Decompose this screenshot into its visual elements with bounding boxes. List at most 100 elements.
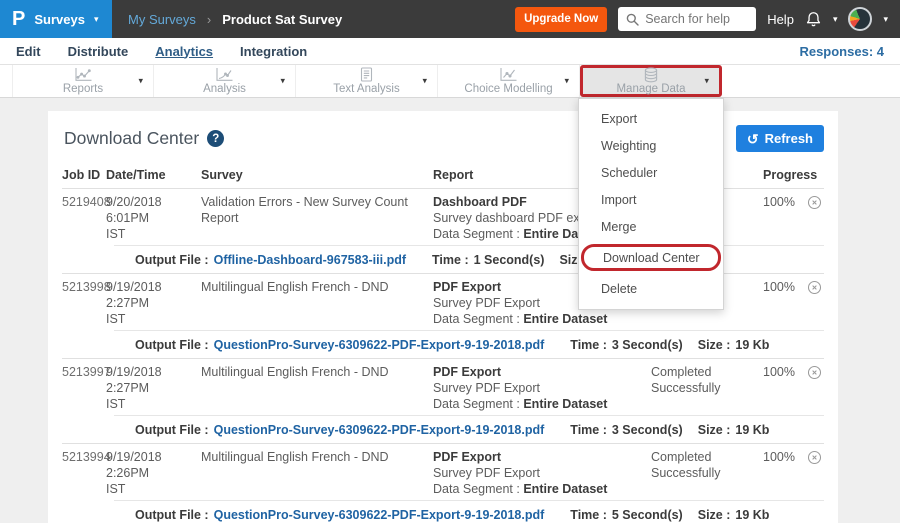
output-file-link[interactable]: Offline-Dashboard-967583-iii.pdf: [214, 253, 406, 267]
job-datetime: 9/20/2018 6:01PM IST: [106, 194, 201, 242]
table-row: 5213997 9/19/2018 2:27PM IST Multilingua…: [62, 359, 824, 444]
breadcrumb: My Surveys › Product Sat Survey: [128, 12, 342, 27]
menu-item-scheduler[interactable]: Scheduler: [579, 159, 723, 186]
avatar[interactable]: [848, 7, 872, 31]
time-value: 3 Second(s): [612, 423, 683, 437]
search-input[interactable]: [645, 12, 748, 26]
page-title: Download Center: [64, 128, 199, 149]
menu-item-delete[interactable]: Delete: [579, 275, 723, 302]
breadcrumb-my-surveys[interactable]: My Surveys: [128, 12, 196, 27]
upgrade-now-button[interactable]: Upgrade Now: [515, 7, 607, 32]
size-value: 19 Kb: [735, 423, 769, 437]
time-value: 3 Second(s): [612, 338, 683, 352]
job-progress: 100%: [751, 364, 797, 412]
job-progress: 100%: [751, 194, 797, 242]
size-value: 19 Kb: [735, 338, 769, 352]
output-file-link[interactable]: QuestionPro-Survey-6309622-PDF-Export-9-…: [214, 423, 545, 437]
job-survey: Multilingual English French - DND: [201, 449, 433, 497]
job-status: Completed Successfully: [651, 449, 751, 497]
cancel-job-icon[interactable]: [807, 450, 822, 497]
tab-integration[interactable]: Integration: [240, 44, 307, 59]
size-label: Size :: [698, 338, 731, 352]
col-header-date-time: Date/Time: [106, 168, 201, 182]
refresh-icon: ↺: [747, 132, 759, 146]
help-link[interactable]: Help: [767, 12, 794, 27]
tab-edit[interactable]: Edit: [16, 44, 41, 59]
refresh-label: Refresh: [765, 131, 813, 146]
toolbar: Reports▾Analysis▾Text Analysis▾Choice Mo…: [0, 65, 900, 98]
notifications-bell-icon[interactable]: [805, 11, 822, 28]
output-file-label: Output File :: [135, 423, 209, 437]
size-value: 19 Kb: [735, 508, 769, 522]
job-status: Completed Successfully: [651, 364, 751, 412]
chevron-down-icon: ▾: [704, 76, 709, 87]
output-file-link[interactable]: QuestionPro-Survey-6309622-PDF-Export-9-…: [214, 508, 545, 522]
job-report: PDF Export Survey PDF Export Data Segmen…: [433, 364, 651, 412]
menu-item-download-center[interactable]: Download Center: [581, 244, 721, 271]
cancel-job-icon[interactable]: [807, 195, 822, 242]
job-id: 5213994: [62, 449, 106, 497]
cancel-job-icon[interactable]: [807, 280, 822, 327]
topbar-right: Upgrade Now Help ▾ ▾: [515, 7, 900, 32]
time-value: 1 Second(s): [474, 253, 545, 267]
help-circle-icon[interactable]: ?: [207, 130, 224, 147]
tab-analytics[interactable]: Analytics: [155, 44, 213, 59]
output-file-row: Output File : QuestionPro-Survey-6309622-…: [114, 500, 824, 523]
output-file-label: Output File :: [135, 508, 209, 522]
chevron-down-icon: ▾: [94, 14, 99, 25]
survey-nav: Edit Distribute Analytics Integration Respo…: [0, 38, 900, 65]
time-label: Time :: [570, 423, 607, 437]
time-label: Time :: [432, 253, 469, 267]
job-survey: Validation Errors - New Survey Count Rep…: [201, 194, 433, 242]
database-icon: [643, 67, 659, 82]
main-area: Download Center ? ↺ Refresh Job IDDate/T…: [0, 98, 900, 523]
report-title: PDF Export: [433, 364, 643, 380]
data-segment: Data Segment : Entire Dataset: [433, 481, 643, 497]
line-chart-icon: [74, 67, 93, 82]
output-file-link[interactable]: QuestionPro-Survey-6309622-PDF-Export-9-…: [214, 338, 545, 352]
chevron-down-icon[interactable]: ▾: [883, 14, 888, 25]
chevron-down-icon: ▾: [564, 76, 569, 87]
job-survey: Multilingual English French - DND: [201, 364, 433, 412]
refresh-button[interactable]: ↺ Refresh: [736, 125, 824, 152]
toolbar-text-analysis[interactable]: Text Analysis▾: [296, 65, 438, 97]
toolbar-manage-data[interactable]: Manage Data▾: [580, 65, 722, 97]
surveys-dropdown[interactable]: P Surveys ▾: [0, 0, 112, 38]
responses-count[interactable]: Responses: 4: [799, 44, 884, 59]
surveys-label: Surveys: [34, 12, 85, 27]
menu-item-import[interactable]: Import: [579, 186, 723, 213]
report-description: Survey PDF Export: [433, 380, 643, 396]
report-description: Survey PDF Export: [433, 465, 643, 481]
toolbar-reports[interactable]: Reports▾: [12, 65, 154, 97]
data-segment: Data Segment : Entire Dataset: [433, 311, 643, 327]
job-datetime: 9/19/2018 2:27PM IST: [106, 364, 201, 412]
toolbar-choice-modelling[interactable]: Choice Modelling▾: [438, 65, 580, 97]
job-report: PDF Export Survey PDF Export Data Segmen…: [433, 449, 651, 497]
menu-item-merge[interactable]: Merge: [579, 213, 723, 240]
tab-distribute[interactable]: Distribute: [68, 44, 129, 59]
job-id: 5213997: [62, 364, 106, 412]
help-search[interactable]: [618, 7, 756, 31]
cancel-job-icon[interactable]: [807, 365, 822, 412]
job-id: 5213998: [62, 279, 106, 327]
col-header-progress: Progress: [751, 168, 797, 182]
data-segment: Data Segment : Entire Dataset: [433, 396, 643, 412]
chevron-down-icon: ▾: [138, 76, 143, 87]
menu-item-export[interactable]: Export: [579, 105, 723, 132]
output-file-label: Output File :: [135, 253, 209, 267]
output-file-label: Output File :: [135, 338, 209, 352]
col-header-survey: Survey: [201, 168, 433, 182]
scatter-chart-icon: [499, 67, 518, 82]
time-label: Time :: [570, 338, 607, 352]
search-icon: [626, 13, 639, 26]
size-label: Size :: [698, 423, 731, 437]
job-progress: 100%: [751, 279, 797, 327]
breadcrumb-separator: ›: [207, 12, 211, 27]
job-datetime: 9/19/2018 2:26PM IST: [106, 449, 201, 497]
menu-item-weighting[interactable]: Weighting: [579, 132, 723, 159]
job-progress: 100%: [751, 449, 797, 497]
toolbar-analysis[interactable]: Analysis▾: [154, 65, 296, 97]
chevron-down-icon: ▾: [422, 76, 427, 87]
nav-tabs: Edit Distribute Analytics Integration: [16, 44, 307, 59]
chevron-down-icon[interactable]: ▾: [833, 14, 838, 25]
